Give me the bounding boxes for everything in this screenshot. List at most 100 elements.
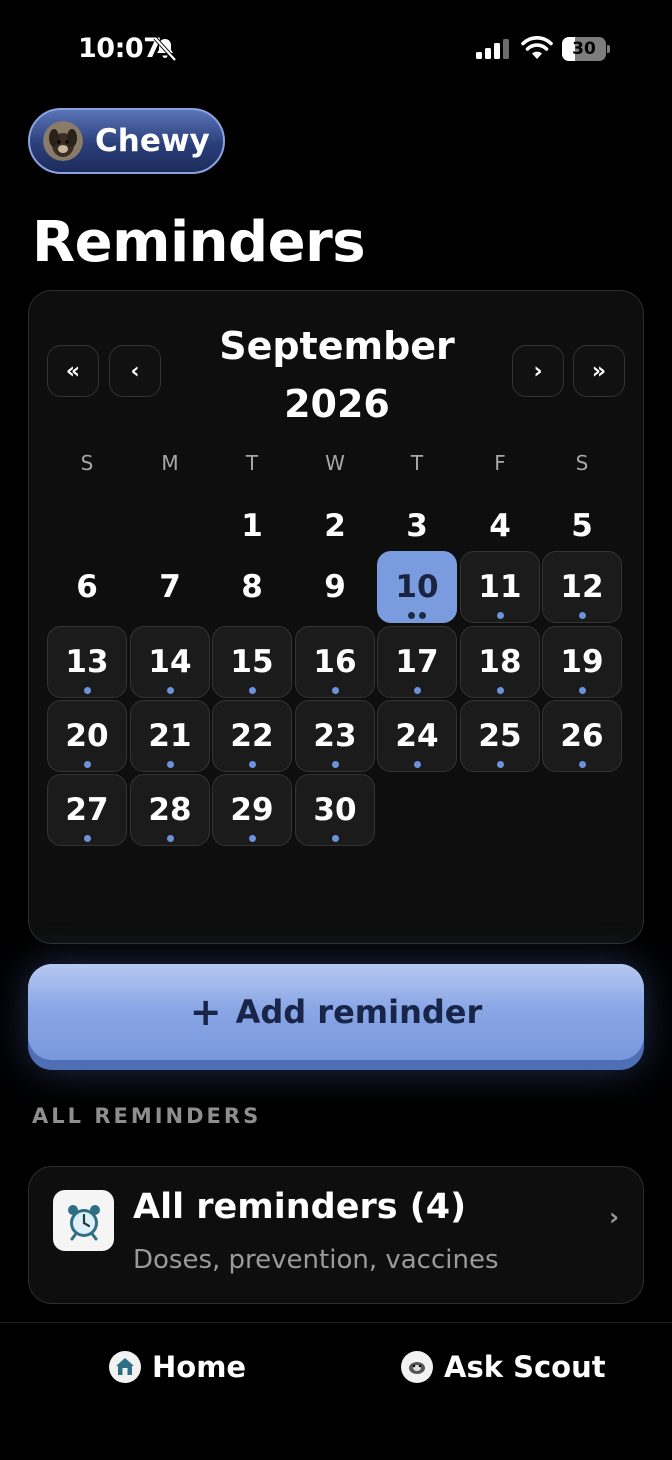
reminder-dot [578, 687, 586, 694]
reminder-dots [48, 687, 126, 694]
list-item-title: All reminders (4) [133, 1187, 467, 1227]
calendar-day[interactable]: 13 [47, 626, 127, 698]
day-number: 5 [571, 508, 593, 544]
reminder-dots [213, 687, 291, 694]
reminder-dot [496, 761, 504, 768]
calendar: « ‹ September 2026 › » SMTWTFS 123456789… [28, 290, 644, 944]
reminder-dots [378, 687, 456, 694]
tab-label: Home [152, 1350, 247, 1384]
calendar-day[interactable]: 6 [47, 551, 127, 623]
reminder-dots [543, 612, 621, 619]
reminder-dots [461, 612, 539, 619]
reminder-dot [413, 761, 421, 768]
reminder-dot [248, 835, 256, 842]
day-number: 2 [324, 508, 346, 544]
calendar-day[interactable]: 9 [295, 551, 375, 623]
day-number: 9 [324, 569, 346, 605]
reminder-dot [166, 761, 174, 768]
calendar-day[interactable]: 11 [460, 551, 540, 623]
calendar-day[interactable]: 20 [47, 700, 127, 772]
reminder-dots [296, 761, 374, 768]
reminder-dot [413, 687, 421, 694]
status-bar: 10:07 30 [0, 0, 672, 100]
reminder-dots [378, 612, 456, 619]
reminder-dots [296, 835, 374, 842]
calendar-day[interactable]: 17 [377, 626, 457, 698]
calendar-day[interactable]: 12 [542, 551, 622, 623]
calendar-day[interactable]: 24 [377, 700, 457, 772]
calendar-day[interactable]: 27 [47, 774, 127, 846]
tab-label: Ask Scout [444, 1350, 606, 1384]
calendar-day[interactable]: 19 [542, 626, 622, 698]
calendar-day[interactable]: 29 [212, 774, 292, 846]
calendar-day[interactable]: 16 [295, 626, 375, 698]
next-month-button[interactable]: › [512, 345, 564, 397]
weekday-label: S [575, 451, 589, 475]
next-year-button[interactable]: » [573, 345, 625, 397]
prev-year-button[interactable]: « [47, 345, 99, 397]
calendar-day[interactable]: 8 [212, 551, 292, 623]
reminder-dot [496, 612, 504, 619]
calendar-day[interactable]: 18 [460, 626, 540, 698]
reminder-dots [131, 835, 209, 842]
calendar-day[interactable]: 25 [460, 700, 540, 772]
day-number: 19 [560, 644, 604, 680]
day-number: 29 [230, 792, 274, 828]
calendar-day[interactable]: 30 [295, 774, 375, 846]
all-reminders-row[interactable]: All reminders (4) Doses, prevention, vac… [28, 1166, 644, 1304]
calendar-day[interactable]: 15 [212, 626, 292, 698]
weekday-label: F [494, 451, 506, 475]
add-reminder-button[interactable]: + Add reminder [28, 964, 644, 1070]
prev-month-button[interactable]: ‹ [109, 345, 161, 397]
weekday-label: T [410, 451, 424, 475]
reminder-dot [83, 687, 91, 694]
pet-selector-button[interactable]: Chewy [28, 108, 225, 174]
calendar-month: September [219, 324, 455, 368]
day-number: 14 [148, 644, 192, 680]
calendar-day[interactable]: 21 [130, 700, 210, 772]
reminder-dot [331, 835, 339, 842]
tab-home[interactable]: Home [109, 1347, 246, 1387]
day-number: 27 [65, 792, 109, 828]
reminder-dots [131, 687, 209, 694]
reminder-dots [543, 761, 621, 768]
bell-off-icon [153, 36, 177, 62]
chevron-right-icon: › [609, 1203, 619, 1231]
reminder-dot [331, 687, 339, 694]
calendar-day[interactable]: 26 [542, 700, 622, 772]
reminder-dots [48, 835, 126, 842]
reminder-dot [83, 761, 91, 768]
reminder-dot [496, 687, 504, 694]
reminder-dot [166, 835, 174, 842]
day-number: 1 [241, 508, 263, 544]
day-number: 23 [313, 718, 357, 754]
tab-ask-scout[interactable]: Ask Scout [401, 1347, 606, 1387]
scout-icon [401, 1351, 433, 1383]
calendar-day[interactable]: 28 [130, 774, 210, 846]
day-number: 13 [65, 644, 109, 680]
day-number: 21 [148, 718, 192, 754]
weekday-label: W [325, 451, 345, 475]
plus-icon: + [189, 990, 222, 1034]
day-number: 15 [230, 644, 274, 680]
reminder-dot [248, 687, 256, 694]
page-title: Reminders [32, 210, 366, 275]
calendar-day[interactable]: 7 [130, 551, 210, 623]
reminder-dots [131, 761, 209, 768]
day-number: 4 [489, 508, 511, 544]
battery-percent: 30 [572, 39, 596, 59]
day-number: 12 [560, 569, 604, 605]
day-number: 25 [478, 718, 522, 754]
reminder-dots [296, 687, 374, 694]
calendar-day[interactable]: 22 [212, 700, 292, 772]
status-time: 10:07 [78, 33, 162, 64]
reminder-dots [461, 687, 539, 694]
weekday-label: T [245, 451, 259, 475]
reminder-dots [213, 761, 291, 768]
calendar-day[interactable]: 14 [130, 626, 210, 698]
reminder-dots [213, 835, 291, 842]
calendar-day[interactable]: 23 [295, 700, 375, 772]
calendar-day-selected[interactable]: 10 [377, 551, 457, 623]
reminder-dot [578, 612, 586, 619]
add-reminder-label: Add reminder [235, 993, 483, 1031]
